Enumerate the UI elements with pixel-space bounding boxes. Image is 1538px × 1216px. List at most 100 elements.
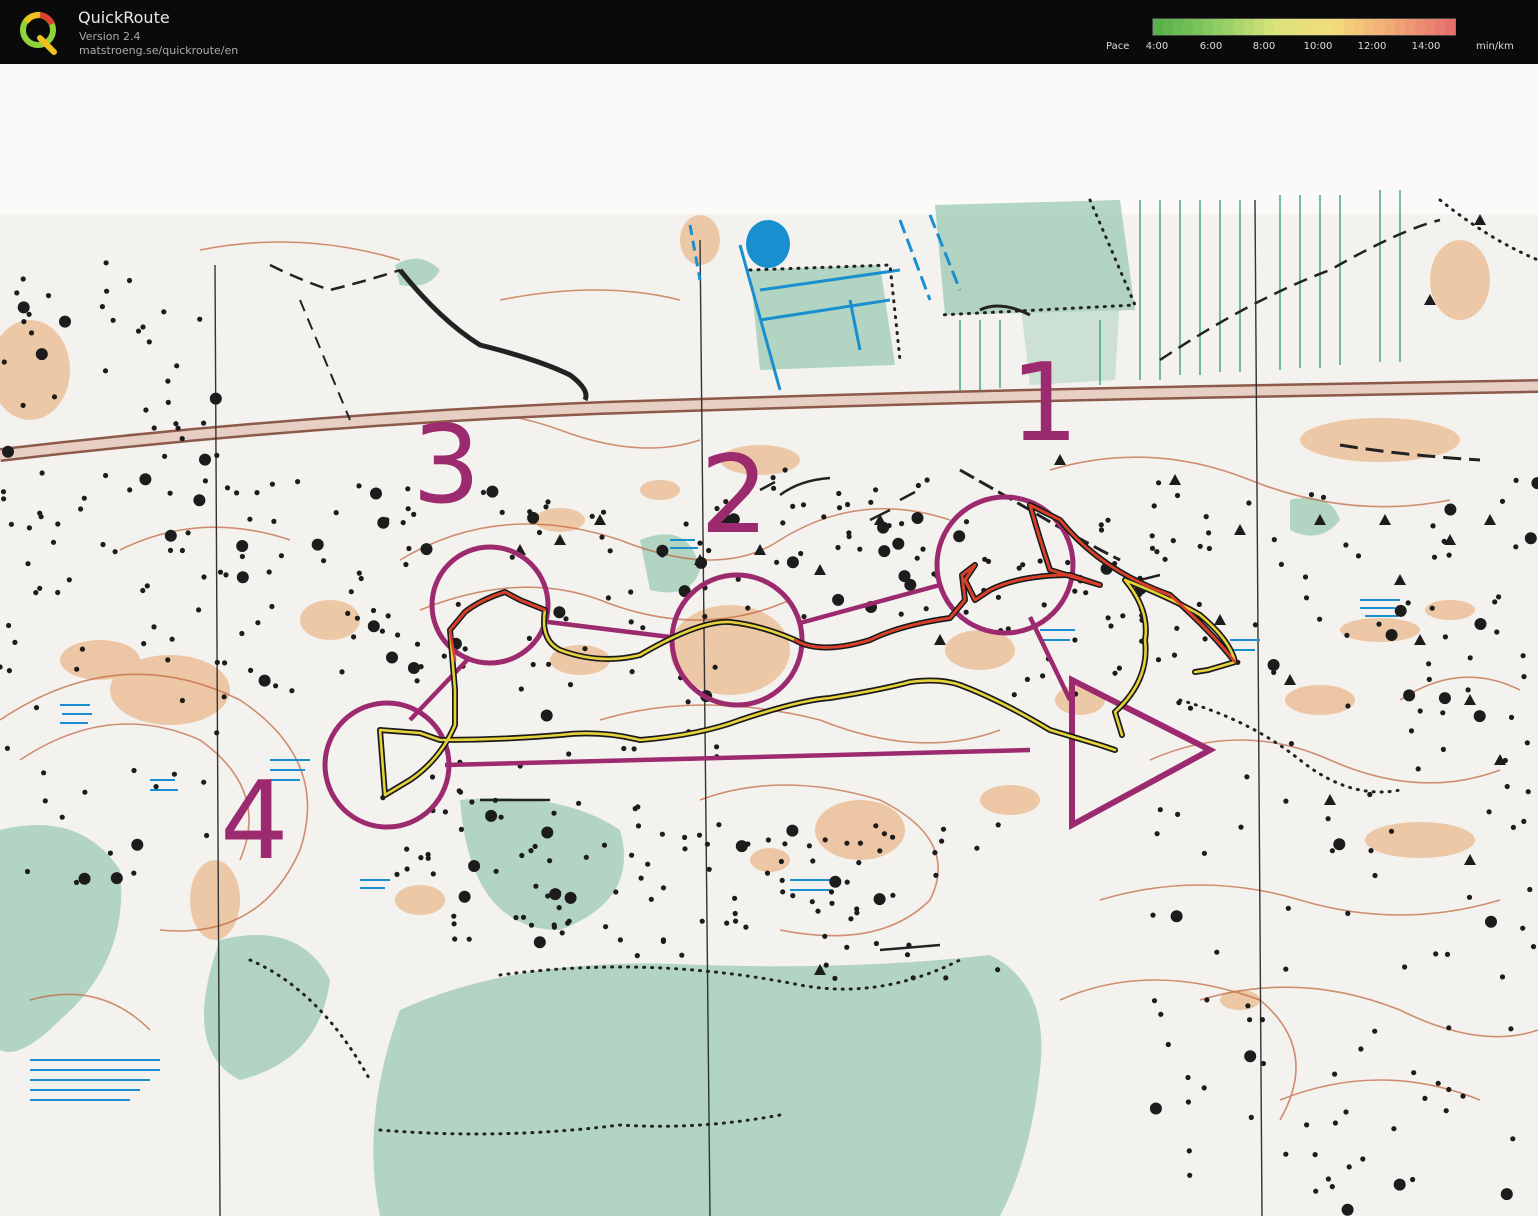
boulder-dot: [50, 539, 57, 545]
boulder-dot: [1429, 605, 1435, 611]
boulder-dot: [1260, 1060, 1266, 1067]
boulder-dot: [236, 540, 249, 552]
boulder-dot: [1, 359, 7, 365]
boulder-dot: [100, 541, 106, 548]
pace-label: Pace: [1106, 41, 1130, 52]
boulder-dot: [221, 694, 227, 700]
header-bar: QuickRoute Version 2.4 matstroeng.se/qui…: [0, 0, 1538, 64]
boulder-dot: [1271, 537, 1277, 543]
boulder-dot: [143, 407, 149, 413]
boulder-dot: [1303, 595, 1310, 601]
boulder-dot: [699, 918, 705, 924]
boulder-dot: [214, 452, 220, 458]
boulder-dot: [1206, 545, 1212, 552]
boulder-dot: [782, 841, 788, 847]
boulder-dot: [702, 613, 708, 620]
boulder-dot: [1496, 594, 1502, 600]
boulder-dot: [629, 852, 635, 858]
boulder-dot: [613, 889, 619, 895]
boulder-dot: [1155, 657, 1162, 663]
orienteering-map[interactable]: 1 2 3 4: [0, 64, 1538, 1216]
boulder-dot: [1312, 1152, 1318, 1158]
boulder-dot: [1165, 1041, 1171, 1048]
boulder-dot: [1388, 828, 1395, 834]
boulder-dot: [1408, 728, 1415, 734]
boulder-dot: [924, 477, 930, 483]
boulder-dot: [110, 872, 123, 885]
boulder-dot: [1485, 915, 1497, 928]
boulder-dot: [1304, 1122, 1310, 1128]
boulder-dot: [167, 547, 174, 554]
boulder-dot: [1405, 600, 1411, 606]
boulder-dot: [1201, 850, 1207, 856]
boulder-dot: [201, 779, 207, 785]
boulder-dot: [394, 871, 400, 878]
boulder-dot: [1466, 894, 1473, 900]
boulder-dot: [745, 605, 751, 611]
boulder-dot: [1426, 661, 1432, 667]
boulder-dot: [607, 548, 613, 554]
boulder-dot: [1149, 1102, 1162, 1115]
boulder-dot: [536, 529, 543, 536]
boulder-dot: [1037, 558, 1043, 564]
boulder-dot: [1112, 670, 1118, 676]
boulder-dot: [659, 552, 665, 558]
boulder-dot: [682, 834, 688, 841]
boulder-dot: [1333, 838, 1346, 851]
boulder-dot: [714, 744, 720, 750]
boulder-dot: [403, 561, 409, 568]
boulder-dot: [836, 490, 842, 497]
boulder-dot: [451, 913, 457, 919]
boulder-dot: [963, 609, 969, 615]
boulder-dot: [1486, 809, 1492, 815]
boulder-dot: [165, 657, 171, 663]
boulder-dot: [456, 788, 462, 794]
boulder-dot: [1391, 1126, 1397, 1132]
boulder-dot: [1151, 503, 1157, 509]
boulder-dot: [583, 854, 589, 860]
boulder-dot: [1187, 705, 1194, 711]
boulder-dot: [873, 893, 886, 906]
boulder-dot: [1355, 553, 1362, 559]
boulder-dot: [553, 606, 566, 619]
boulder-dot: [1116, 665, 1122, 671]
boulder-dot: [135, 328, 142, 334]
boulder-dot: [82, 789, 88, 795]
boulder-dot: [822, 933, 828, 939]
boulder-dot: [179, 436, 185, 442]
boulder-dot: [631, 746, 637, 752]
boulder-dot: [1185, 1074, 1191, 1081]
boulder-dot: [414, 678, 420, 684]
boulder-dot: [1521, 674, 1527, 680]
boulder-dot: [801, 614, 807, 620]
boulder-dot: [995, 967, 1001, 973]
boulder-dot: [582, 646, 588, 652]
boulder-dot: [1170, 538, 1176, 544]
boulder-dot: [856, 860, 862, 866]
boulder-dot: [407, 662, 420, 674]
boulder-dot: [458, 826, 464, 833]
boulder-dot: [1174, 492, 1181, 499]
boulder-dot: [1474, 618, 1487, 630]
boulder-dot: [1186, 1148, 1192, 1154]
boulder-dot: [527, 509, 533, 515]
boulder-dot: [151, 624, 157, 630]
boulder-dot: [660, 938, 667, 945]
app-url[interactable]: matstroeng.se/quickroute/en: [79, 44, 238, 57]
boulder-dot: [1072, 637, 1078, 643]
boulder-dot: [266, 569, 272, 575]
boulder-dot: [425, 855, 431, 861]
boulder-dot: [629, 669, 635, 675]
boulder-dot: [469, 799, 475, 805]
boulder-dot: [576, 800, 582, 806]
boulder-dot: [589, 513, 595, 519]
boulder-dot: [1244, 1050, 1257, 1063]
boulder-dot: [873, 940, 880, 947]
boulder-dot: [1105, 615, 1111, 621]
boulder-dot: [1108, 623, 1114, 629]
boulder-dot: [1285, 905, 1291, 911]
boulder-dot: [540, 709, 553, 722]
boulder-dot: [526, 635, 533, 642]
boulder-dot: [1521, 818, 1527, 825]
boulder-dot: [321, 558, 327, 564]
